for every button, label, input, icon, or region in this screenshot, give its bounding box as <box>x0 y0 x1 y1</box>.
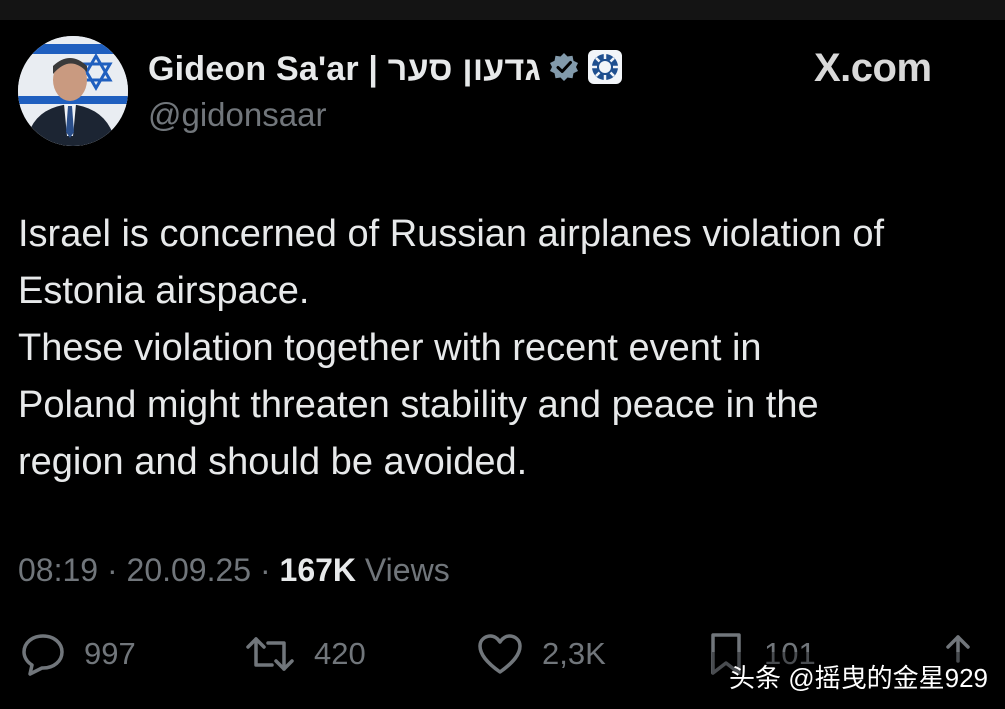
reply-count: 997 <box>84 636 136 671</box>
affiliation-emblem-icon <box>587 49 623 90</box>
tweet-line: Israel is concerned of Russian airplanes… <box>18 213 885 255</box>
like-button[interactable]: 2,3K <box>476 622 606 686</box>
views-label: Views <box>364 552 450 588</box>
brand-logo: X.com <box>814 46 932 90</box>
tweet-text: Israel is concerned of Russian airplanes… <box>18 206 993 491</box>
repost-icon <box>246 637 294 671</box>
repost-count: 420 <box>314 636 366 671</box>
views-count: 167K <box>279 552 357 588</box>
watermark: 头条 @摇曳的金星929 <box>712 652 1005 700</box>
meta-separator: · <box>259 552 271 588</box>
tweet-date[interactable]: 20.09.25 <box>127 552 252 588</box>
tweet-meta: 08:19 · 20.09.25 · 167K Views <box>18 552 450 589</box>
heart-icon <box>478 634 522 674</box>
tweet-line: Estonia airspace. <box>18 270 310 312</box>
tweet-time[interactable]: 08:19 <box>18 552 98 588</box>
avatar[interactable] <box>18 36 128 146</box>
author-display-name[interactable]: Gideon Sa'ar | גדעון סער <box>148 50 541 89</box>
repost-button[interactable]: 420 <box>244 622 366 686</box>
reply-icon <box>22 634 64 676</box>
top-strip <box>0 0 1005 20</box>
tweet-line: region and should be avoided. <box>18 441 528 483</box>
author-handle[interactable]: @gidonsaar <box>148 96 326 134</box>
like-count: 2,3K <box>542 636 606 671</box>
tweet-line: Poland might threaten stability and peac… <box>18 384 819 426</box>
tweet-line: These violation together with recent eve… <box>18 327 762 369</box>
verified-badge-icon <box>549 52 579 87</box>
author-name-row: Gideon Sa'ar | גדעון סער <box>148 44 623 94</box>
reply-button[interactable]: 997 <box>20 622 136 686</box>
meta-separator: · <box>106 552 118 588</box>
